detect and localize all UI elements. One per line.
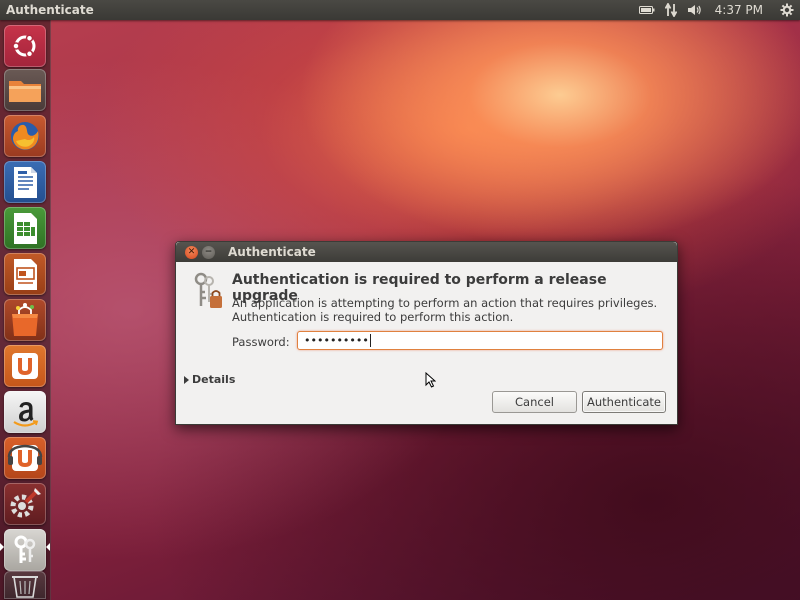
minimize-button[interactable]: − xyxy=(202,245,215,259)
writer-document-icon xyxy=(14,167,37,198)
volume-icon[interactable] xyxy=(687,0,702,20)
description-line-1: An application is attempting to perform … xyxy=(232,296,658,310)
amazon-icon xyxy=(13,402,39,427)
clock[interactable]: 4:37 PM xyxy=(715,3,763,17)
launcher-item-dash[interactable] xyxy=(4,25,46,67)
trash-icon xyxy=(12,576,38,598)
close-button[interactable]: ✕ xyxy=(185,245,198,259)
battery-icon[interactable] xyxy=(638,0,655,20)
mouse-pointer-icon xyxy=(425,371,437,392)
password-label: Password: xyxy=(232,335,290,349)
active-app-title: Authenticate xyxy=(6,3,94,17)
ubuntu-logo-icon xyxy=(12,34,36,58)
launcher-item-authentication[interactable] xyxy=(4,529,46,571)
ubuntu-one-icon xyxy=(12,353,38,379)
impress-presentation-icon xyxy=(14,259,37,290)
firefox-icon xyxy=(11,122,39,150)
launcher-item-ubuntu-one-music[interactable] xyxy=(4,437,46,479)
network-icon[interactable] xyxy=(664,0,677,20)
authenticate-button[interactable]: Authenticate xyxy=(582,391,666,413)
launcher-item-writer[interactable] xyxy=(4,161,46,203)
dialog-description: An application is attempting to perform … xyxy=(232,296,657,324)
launcher-item-files[interactable] xyxy=(4,69,46,111)
password-value: •••••••••• xyxy=(304,334,369,347)
launcher-item-trash[interactable] xyxy=(4,571,46,599)
system-tray: 4:37 PM xyxy=(634,0,800,20)
details-label: Details xyxy=(192,373,236,386)
text-caret xyxy=(369,334,371,347)
launcher-item-ubuntu-one[interactable] xyxy=(4,345,46,387)
launcher-item-system-settings[interactable] xyxy=(4,483,46,525)
launcher-item-calc[interactable] xyxy=(4,207,46,249)
cancel-button[interactable]: Cancel xyxy=(492,391,577,413)
focused-indicator-right xyxy=(46,543,50,551)
close-icon: ✕ xyxy=(187,246,196,257)
ubuntu-one-music-icon xyxy=(7,444,43,471)
folder-icon xyxy=(9,81,41,102)
launcher-item-firefox[interactable] xyxy=(4,115,46,157)
gear-icon[interactable] xyxy=(780,0,794,20)
launcher-item-software-center[interactable] xyxy=(4,299,46,341)
authenticate-dialog: ✕ − Authenticate Authentication is requi… xyxy=(175,241,678,425)
calc-spreadsheet-icon xyxy=(14,213,37,244)
dialog-title: Authenticate xyxy=(228,245,316,259)
details-expander[interactable]: Details xyxy=(184,373,235,386)
expander-arrow-icon xyxy=(184,375,189,384)
launcher-item-impress[interactable] xyxy=(4,253,46,295)
settings-tools-icon xyxy=(10,488,41,518)
keys-icon xyxy=(14,535,36,563)
keys-icon xyxy=(190,272,224,314)
launcher xyxy=(0,20,51,600)
launcher-item-amazon[interactable] xyxy=(4,391,46,433)
dialog-titlebar[interactable]: ✕ − Authenticate xyxy=(176,242,677,262)
description-line-2: Authentication is required to perform th… xyxy=(232,310,514,324)
top-panel: Authenticate 4:37 PM xyxy=(0,0,800,20)
running-indicator-left xyxy=(0,543,4,551)
minimize-icon: − xyxy=(204,246,213,257)
shopping-bag-icon xyxy=(12,303,38,336)
password-input[interactable]: •••••••••• xyxy=(297,331,663,350)
